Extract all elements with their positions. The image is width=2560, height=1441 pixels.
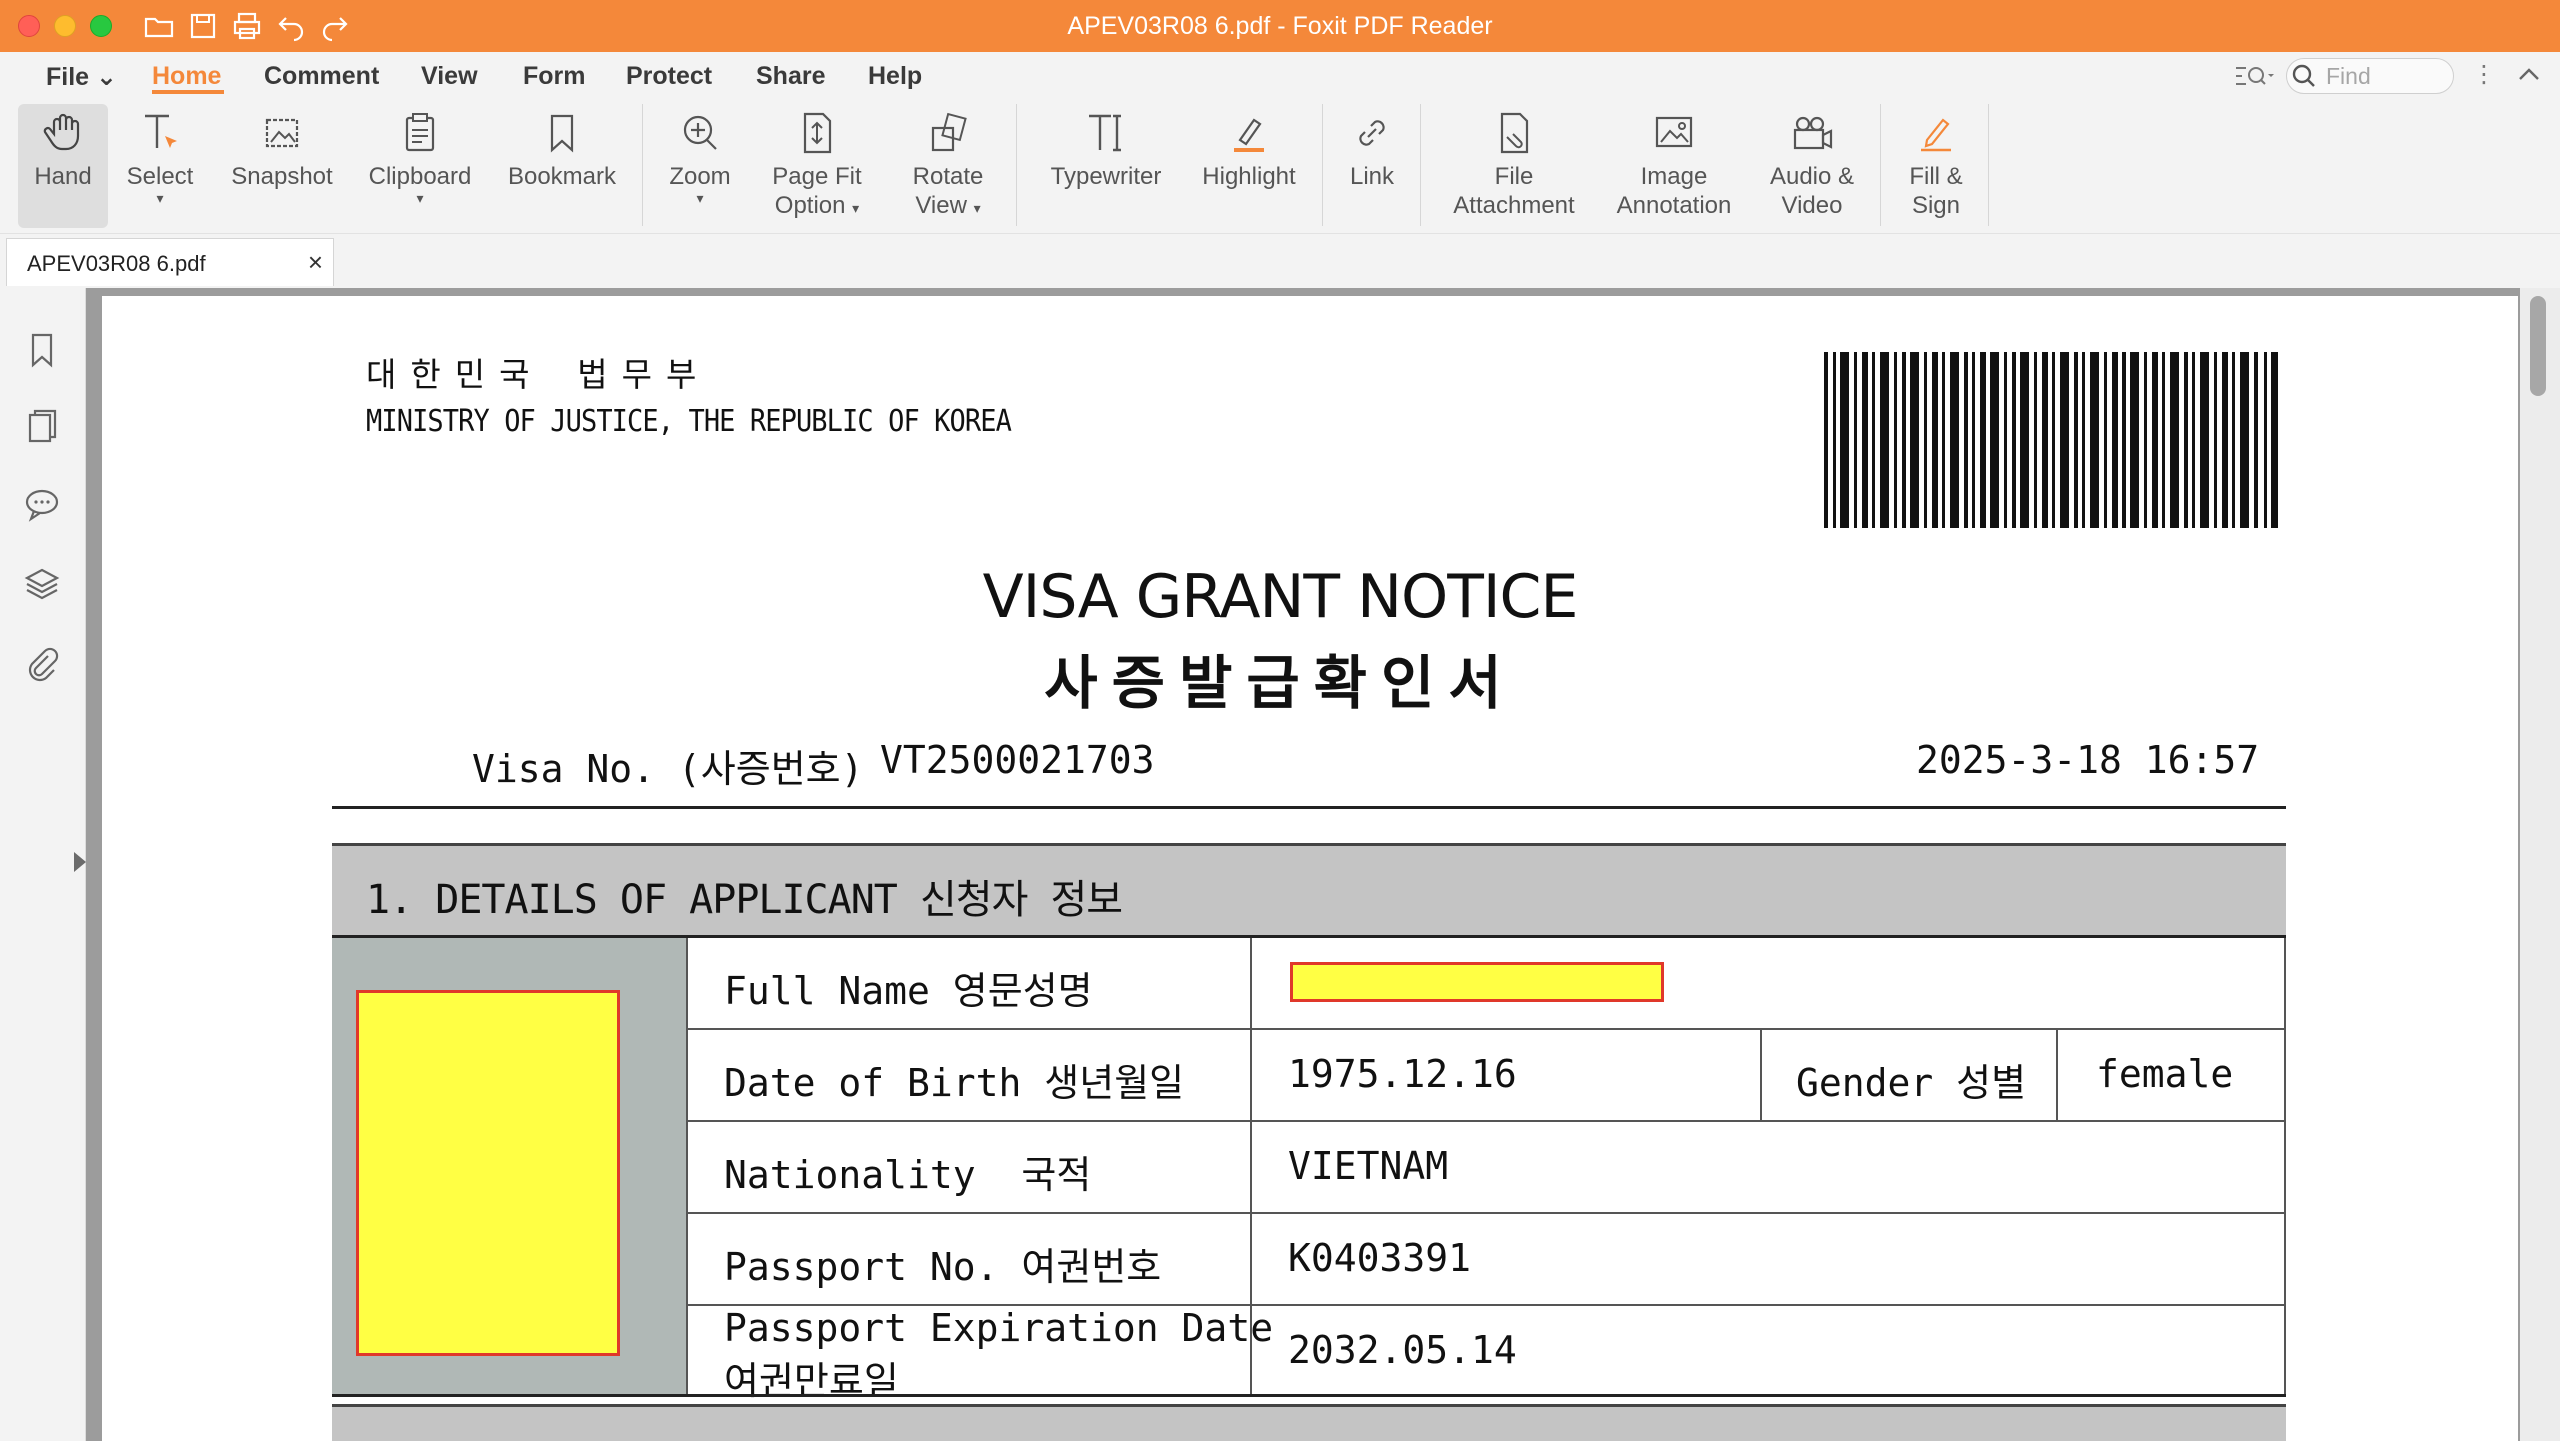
- dob-value: 1975.12.16: [1288, 1052, 1517, 1096]
- page-fit-option-button[interactable]: Page Fit Option ▾: [762, 110, 872, 223]
- image-annotation-button[interactable]: Image Annotation: [1606, 110, 1742, 220]
- menu-view[interactable]: View: [421, 62, 478, 92]
- menu-file[interactable]: File ⌄: [46, 62, 117, 92]
- comments-panel-icon[interactable]: [22, 484, 62, 524]
- menu-home[interactable]: Home: [152, 62, 221, 92]
- scrollbar-thumb[interactable]: [2530, 296, 2546, 396]
- passport-expiry-label: Passport Expiration Date: [724, 1306, 1274, 1350]
- passport-number-label: Passport No. 여권번호: [724, 1245, 1162, 1289]
- menu-bar: [0, 52, 2560, 100]
- title-bar: APEV03R08 6.pdf - Foxit PDF Reader: [0, 0, 2560, 52]
- hand-icon: [40, 110, 86, 156]
- issue-datetime: 2025-3-18 16:57: [1916, 738, 2260, 782]
- image-annotation-icon: [1651, 110, 1697, 156]
- dob-label: Date of Birth 생년월일: [724, 1061, 1185, 1105]
- gender-value: female: [2096, 1052, 2234, 1096]
- barcode-image: [1824, 352, 2278, 528]
- menu-protect[interactable]: Protect: [626, 62, 712, 92]
- table-divider: [686, 1120, 2286, 1122]
- table-divider: [686, 938, 688, 1394]
- pages-panel-icon[interactable]: [22, 406, 62, 446]
- vertical-scrollbar[interactable]: [2520, 288, 2560, 1441]
- ministry-korean: 대한민국 법무부: [366, 355, 711, 394]
- typewriter-icon: [1083, 110, 1129, 156]
- ministry-english: MINISTRY OF JUSTICE, THE REPUBLIC OF KOR…: [366, 404, 1012, 439]
- document-tab-strip: [0, 233, 2560, 288]
- file-attachment-button[interactable]: File Attachment: [1440, 110, 1588, 220]
- gender-label: Gender 성별: [1796, 1061, 2027, 1105]
- ribbon-separator: [1322, 104, 1323, 226]
- page-fit-icon: [794, 110, 840, 156]
- select-dropdown-icon: ▾: [156, 190, 164, 206]
- clipboard-icon: [397, 110, 443, 156]
- select-tool-button[interactable]: Select ▾: [118, 110, 202, 205]
- window-title: APEV03R08 6.pdf - Foxit PDF Reader: [1067, 12, 1493, 40]
- highlight-button[interactable]: Highlight: [1192, 110, 1306, 191]
- ribbon-separator: [1016, 104, 1017, 226]
- ribbon-separator: [1988, 104, 1989, 226]
- table-divider: [1760, 1030, 1762, 1122]
- zoom-icon: [677, 110, 723, 156]
- ribbon-separator: [642, 104, 643, 226]
- search-options-icon[interactable]: [2232, 60, 2276, 92]
- snapshot-button[interactable]: Snapshot: [222, 110, 342, 191]
- video-camera-icon: [1789, 110, 1835, 156]
- document-title-korean: 사증발급확인서: [1044, 649, 1516, 717]
- link-button[interactable]: Link: [1340, 110, 1404, 191]
- passport-expiry-value: 2032.05.14: [1288, 1328, 1517, 1372]
- bookmarks-panel-icon[interactable]: [22, 330, 62, 370]
- fill-sign-button[interactable]: Fill & Sign: [1900, 110, 1972, 220]
- text-select-icon: [137, 110, 183, 156]
- table-divider: [686, 1028, 2286, 1030]
- divider: [332, 806, 2286, 809]
- menu-help[interactable]: Help: [868, 62, 922, 92]
- menu-comment[interactable]: Comment: [264, 62, 379, 92]
- zoom-button[interactable]: Zoom ▾: [660, 110, 740, 205]
- link-icon: [1349, 110, 1395, 156]
- collapse-ribbon-icon[interactable]: [2514, 60, 2544, 90]
- table-divider: [2284, 938, 2286, 1394]
- file-attachment-icon: [1491, 110, 1537, 156]
- find-placeholder: Find: [2326, 63, 2371, 89]
- expand-panel-arrow-icon[interactable]: [74, 852, 86, 872]
- hand-tool-button[interactable]: Hand: [18, 104, 108, 228]
- fill-sign-icon: [1913, 110, 1959, 156]
- more-options-icon[interactable]: ⋮: [2472, 60, 2496, 92]
- clipboard-button[interactable]: Clipboard ▾: [362, 110, 478, 205]
- zoom-dropdown-icon: ▾: [696, 190, 704, 206]
- ribbon-separator: [1420, 104, 1421, 226]
- document-title: VISA GRANT NOTICE: [982, 562, 1579, 632]
- visa-number-label: Visa No. (사증번호): [472, 747, 864, 791]
- audio-video-button[interactable]: Audio & Video: [1762, 110, 1862, 220]
- full-name-label: Full Name 영문성명: [724, 969, 1093, 1013]
- visa-number-value: VT2500021703: [880, 738, 1155, 782]
- nationality-label: Nationality 국적: [724, 1153, 1092, 1197]
- photo-redaction-box: [356, 990, 620, 1356]
- search-icon: [2290, 62, 2318, 90]
- rotate-view-button[interactable]: Rotate View ▾: [900, 110, 996, 223]
- active-menu-indicator: [152, 90, 224, 94]
- menu-form[interactable]: Form: [523, 62, 586, 92]
- highlighter-icon: [1226, 110, 1272, 156]
- ribbon-separator: [1880, 104, 1881, 226]
- bookmark-button[interactable]: Bookmark: [500, 110, 624, 191]
- table-divider: [686, 1212, 2286, 1214]
- section-title: 1. DETAILS OF APPLICANT 신청자 정보: [366, 877, 1123, 923]
- document-tab-label: APEV03R08 6.pdf: [27, 251, 206, 276]
- divider: [332, 1394, 2286, 1397]
- rotate-icon: [925, 110, 971, 156]
- typewriter-button[interactable]: Typewriter: [1040, 110, 1172, 191]
- passport-number-value: K0403391: [1288, 1236, 1472, 1280]
- name-redaction-box: [1290, 962, 1664, 1002]
- bookmark-icon: [539, 110, 585, 156]
- menu-share[interactable]: Share: [756, 62, 825, 92]
- document-tab[interactable]: APEV03R08 6.pdf ×: [6, 238, 334, 286]
- table-divider: [2056, 1030, 2058, 1122]
- close-tab-icon[interactable]: ×: [308, 247, 323, 278]
- nationality-value: VIETNAM: [1288, 1144, 1449, 1188]
- snapshot-icon: [259, 110, 305, 156]
- clipboard-dropdown-icon: ▾: [416, 190, 424, 206]
- next-section-header: [332, 1404, 2286, 1441]
